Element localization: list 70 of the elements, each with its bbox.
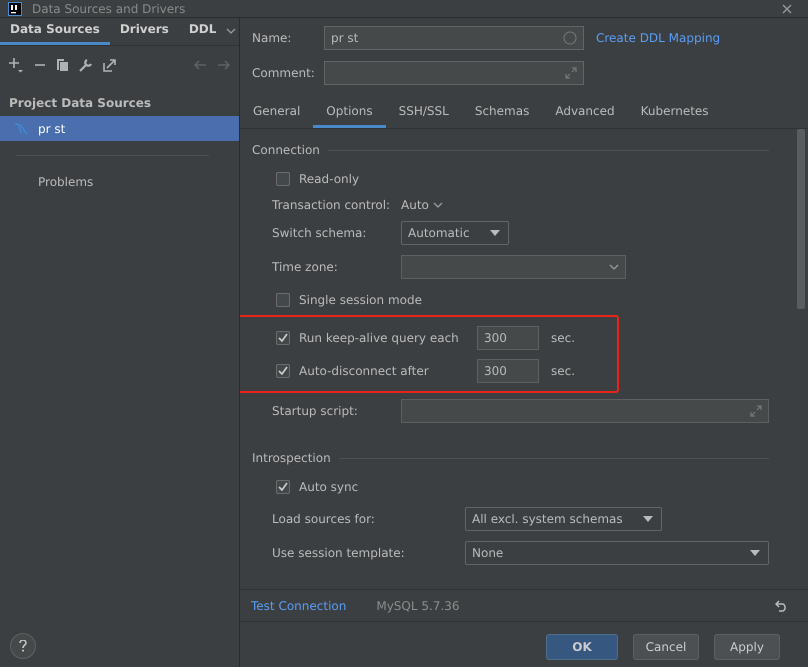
help-button[interactable] <box>10 633 36 659</box>
dropdown-arrow-icon <box>642 516 653 522</box>
question-mark-icon <box>19 640 27 652</box>
startup-script-field[interactable] <box>401 399 769 423</box>
app-logo-icon <box>8 2 22 16</box>
checkbox[interactable] <box>276 480 290 494</box>
checkbox-label: Run keep-alive query each <box>299 330 460 344</box>
tab[interactable]: SSH/SSL <box>386 98 462 128</box>
field-label: Transaction control: <box>272 198 392 212</box>
add-icon[interactable] <box>8 57 24 73</box>
external-link-icon[interactable] <box>103 58 116 72</box>
tab[interactable]: General <box>240 98 314 128</box>
field-label: Comment: <box>252 66 312 80</box>
copy-icon[interactable] <box>56 58 69 72</box>
sidebar-tab[interactable]: DDL <box>178 22 226 45</box>
field-label: Time zone: <box>272 260 339 274</box>
test-connection-link[interactable]: Test Connection <box>251 598 346 612</box>
select-dropdown[interactable]: All excl. system schemas <box>465 507 662 531</box>
unit-label: sec. <box>551 330 576 344</box>
ok-button[interactable]: OK <box>546 634 618 660</box>
close-icon[interactable] <box>782 4 792 14</box>
number-field[interactable]: 300 <box>477 326 539 350</box>
field-label: Load sources for: <box>272 512 376 526</box>
chevron-icon <box>432 202 443 208</box>
checkbox[interactable] <box>276 330 290 344</box>
undo-icon[interactable] <box>775 600 788 612</box>
transaction-dropdown[interactable]: Auto <box>401 198 443 212</box>
dropdown-arrow-icon <box>750 550 760 556</box>
chevron-icon <box>609 264 619 270</box>
sidebar-tab[interactable]: Data Sources <box>0 22 110 45</box>
scrollbar-thumb[interactable] <box>796 129 804 309</box>
checkbox-label: Auto sync <box>299 480 358 494</box>
window-title: Data Sources and Drivers <box>32 2 186 16</box>
name-field[interactable]: pr st <box>324 26 584 50</box>
section-title: Connection <box>252 143 320 157</box>
field-label: Use session template: <box>272 546 406 560</box>
field-label: Startup script: <box>272 404 359 418</box>
sidebar-heading: Project Data Sources <box>8 95 152 112</box>
tab[interactable]: Options <box>313 98 386 128</box>
wrench-icon[interactable] <box>79 58 93 72</box>
chevron-icon <box>226 28 236 34</box>
checkbox[interactable] <box>276 172 290 186</box>
checkbox[interactable] <box>276 364 290 378</box>
field-label: Name: <box>252 30 292 44</box>
checkbox-label: Auto-disconnect after <box>299 364 430 378</box>
select-dropdown[interactable]: Automatic <box>401 221 509 245</box>
checkbox-label: Single session mode <box>299 292 422 306</box>
comment-field[interactable] <box>324 60 584 84</box>
dolphin-icon <box>14 122 28 134</box>
dialog-button[interactable]: Cancel <box>633 634 699 660</box>
tab[interactable]: Advanced <box>542 98 628 128</box>
checkbox[interactable] <box>276 292 290 306</box>
sidebar-tab[interactable]: Drivers <box>110 22 179 45</box>
expand-icon[interactable] <box>750 405 762 417</box>
number-field[interactable]: 300 <box>477 358 539 382</box>
driver-version: MySQL 5.7.36 <box>376 598 460 612</box>
unit-label: sec. <box>551 364 576 378</box>
dialog-button[interactable]: Apply <box>714 634 780 660</box>
problems-item[interactable]: Problems <box>0 156 239 208</box>
section-title: Introspection <box>252 451 331 465</box>
select-dropdown[interactable]: None <box>465 541 769 565</box>
data-source-item[interactable]: pr st <box>0 116 239 141</box>
tab[interactable]: Kubernetes <box>628 98 722 128</box>
dropdown-arrow-icon <box>490 230 500 236</box>
expand-icon[interactable] <box>565 66 577 78</box>
field-label: Switch schema: <box>272 226 368 240</box>
create-ddl-link[interactable]: Create DDL Mapping <box>596 30 720 44</box>
checkbox-label: Read-only <box>299 172 360 186</box>
circle-icon <box>563 30 577 44</box>
tab[interactable]: Schemas <box>462 98 542 128</box>
